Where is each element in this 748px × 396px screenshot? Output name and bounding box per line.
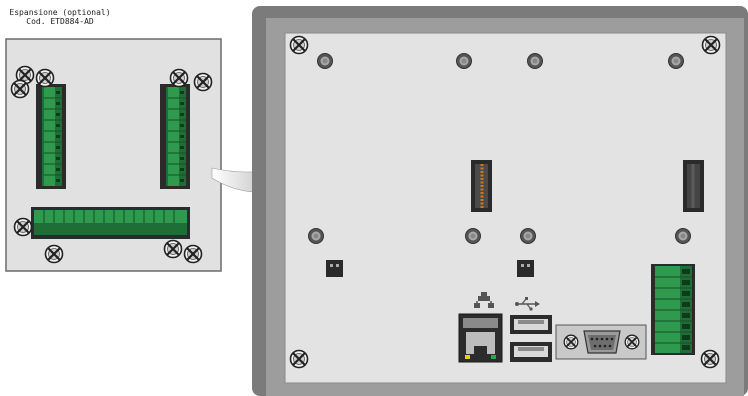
expansion-slot-right — [683, 160, 704, 212]
module-terminal-block-right — [160, 84, 190, 189]
expansion-module — [5, 38, 222, 272]
module-terminal-block-left — [36, 84, 66, 189]
expansion-slot-left — [471, 160, 492, 212]
usb-port-top — [510, 315, 552, 334]
ethernet-port — [458, 313, 503, 363]
serial-port — [555, 324, 647, 360]
panel-terminal-block — [651, 264, 695, 355]
usb-port-bottom — [510, 342, 552, 362]
module-terminal-block-bottom — [31, 207, 190, 239]
small-connector-right — [517, 260, 534, 277]
rear-panel — [252, 6, 748, 396]
small-connector-left — [326, 260, 343, 277]
rear-panel-diagram — [5, 6, 748, 396]
